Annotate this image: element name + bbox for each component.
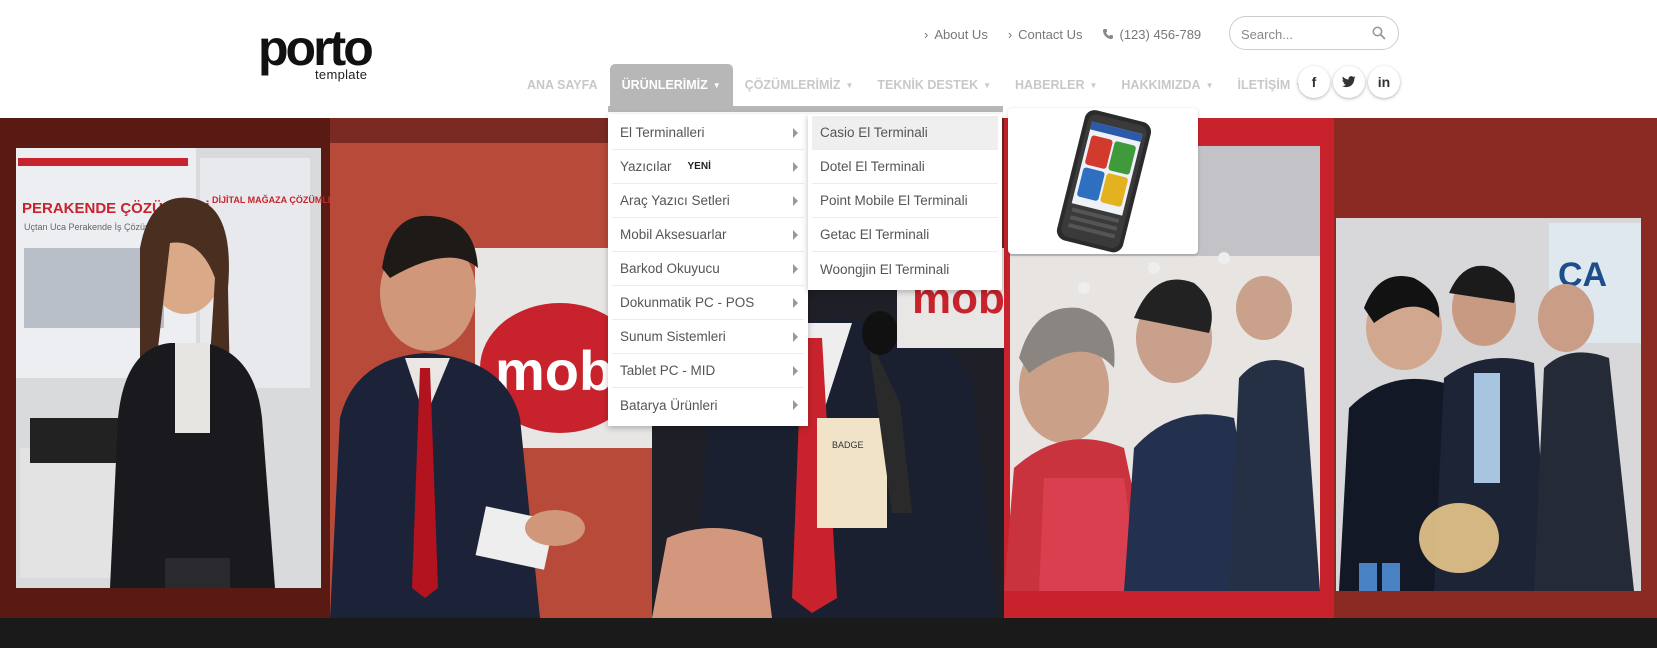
phone-icon <box>1103 29 1114 39</box>
arrow-right-icon <box>793 196 798 206</box>
menu-item-label: El Terminalleri <box>620 125 705 140</box>
submenu-item-label: Dotel El Terminali <box>820 159 925 174</box>
nav-cozumlerimiz[interactable]: ÇÖZÜMLERİMİZ ▼ <box>733 64 866 106</box>
arrow-right-icon <box>793 366 798 376</box>
search-input[interactable] <box>1241 25 1371 43</box>
nav-label: ANA SAYFA <box>527 78 598 92</box>
menu-item-sunum-sistemleri[interactable]: Sunum Sistemleri <box>612 320 804 354</box>
search-box <box>1229 16 1399 50</box>
submenu-item-label: Woongjin El Terminali <box>820 261 950 277</box>
arrow-right-icon <box>793 298 798 308</box>
logo-subtitle: template <box>315 67 368 82</box>
badge-text: BADGE <box>832 440 864 450</box>
caret-down-icon: ▼ <box>1205 80 1214 90</box>
nav-label: ÇÖZÜMLERİMİZ <box>744 78 841 92</box>
arrow-right-icon <box>793 264 798 274</box>
terminals-submenu: Casio El Terminali Dotel El Terminali Po… <box>808 114 1002 290</box>
hero-photo-5-image: CA <box>1334 118 1657 618</box>
submenu-item-dotel[interactable]: Dotel El Terminali <box>812 150 998 184</box>
twitter-bird-icon <box>1342 76 1356 88</box>
main-nav: ANA SAYFA ÜRÜNLERİMİZ ▼ ÇÖZÜMLERİMİZ ▼ TEK… <box>515 64 1315 106</box>
chevron-right-icon: › <box>924 26 929 42</box>
nav-label: TEKNİK DESTEK <box>877 78 979 92</box>
nav-hakkimizda[interactable]: HAKKIMIZDA ▼ <box>1109 64 1225 106</box>
menu-item-label: Araç Yazıcı Setleri <box>620 193 730 208</box>
submenu-item-point-mobile[interactable]: Point Mobile El Terminali <box>812 184 998 218</box>
caret-down-icon: ▼ <box>845 80 854 90</box>
dropdown-top-bar <box>608 106 1003 112</box>
menu-item-el-terminalleri[interactable]: El Terminalleri <box>612 116 804 150</box>
phone-label: (123) 456-789 <box>1119 26 1202 42</box>
logo[interactable]: porto template <box>258 20 374 86</box>
twitter-icon[interactable] <box>1333 66 1365 98</box>
caret-down-icon: ▼ <box>1089 80 1098 90</box>
submenu-item-label: Casio El Terminali <box>820 125 928 140</box>
about-us-label: About Us <box>934 26 988 42</box>
products-dropdown: El Terminalleri Yazıcılar YENİ Araç Yazı… <box>608 114 808 426</box>
menu-item-yazicilar[interactable]: Yazıcılar YENİ <box>612 150 804 184</box>
menu-item-mobil-aksesuarlar[interactable]: Mobil Aksesuarlar <box>612 218 804 252</box>
submenu-item-label: Point Mobile El Terminali <box>820 193 968 208</box>
arrow-right-icon <box>793 400 798 410</box>
menu-item-barkod-okuyucu[interactable]: Barkod Okuyucu <box>612 252 804 286</box>
hero-photo-5: CA <box>1334 118 1657 618</box>
arrow-right-icon <box>793 332 798 342</box>
banner-title-2: DİJİTAL MAĞAZA ÇÖZÜMLERİ <box>212 194 330 205</box>
footer-band <box>0 618 1657 648</box>
handheld-terminal-image <box>1056 110 1152 253</box>
menu-item-batarya-urunleri[interactable]: Batarya Ürünleri <box>612 388 804 422</box>
contact-us-link[interactable]: › Contact Us <box>1008 27 1083 42</box>
nav-label: HABERLER <box>1015 78 1085 92</box>
menu-item-label: Barkod Okuyucu <box>620 261 720 276</box>
menu-item-label: Tablet PC - MID <box>620 363 716 378</box>
menu-item-label: Batarya Ürünleri <box>620 397 718 413</box>
contact-us-label: Contact Us <box>1018 26 1083 42</box>
submenu-item-woongjin[interactable]: Woongjin El Terminali <box>812 252 998 286</box>
submenu-item-label: Getac El Terminali <box>820 227 930 242</box>
nav-label: İLETİŞİM <box>1237 78 1291 92</box>
hero-photo-2: mob <box>330 118 652 618</box>
top-links: › About Us › Contact Us (123) 456-789 <box>924 25 1221 43</box>
menu-item-dokunmatik-pc-pos[interactable]: Dokunmatik PC - POS <box>612 286 804 320</box>
menu-item-label: Mobil Aksesuarlar <box>620 227 727 242</box>
caret-down-icon: ▼ <box>983 80 992 90</box>
submenu-item-getac[interactable]: Getac El Terminali <box>812 218 998 252</box>
menu-item-label: Yazıcılar <box>620 159 672 174</box>
new-badge: YENİ <box>687 161 711 172</box>
nav-label: HAKKIMIZDA <box>1121 78 1201 92</box>
menu-item-label: Dokunmatik PC - POS <box>620 295 755 310</box>
nav-haberler[interactable]: HABERLER ▼ <box>1003 64 1109 106</box>
nav-urunlerimiz[interactable]: ÜRÜNLERİMİZ ▼ <box>609 64 733 106</box>
nav-teknik-destek[interactable]: TEKNİK DESTEK ▼ <box>865 64 1003 106</box>
logo-word: porto <box>258 20 374 76</box>
arrow-right-icon <box>793 162 798 172</box>
menu-item-tablet-pc-mid[interactable]: Tablet PC - MID <box>612 354 804 388</box>
caret-down-icon: ▼ <box>712 80 721 90</box>
social-links: f in <box>1298 66 1403 98</box>
banner-subtitle: Uçtan Uca Perakende İş Çözümleri <box>24 222 165 232</box>
about-us-link[interactable]: › About Us <box>924 27 988 42</box>
arrow-right-icon <box>793 128 798 138</box>
hero-photo-1: PERAKENDE ÇÖZÜMLERİ Uçtan Uca Perakende … <box>0 118 330 618</box>
product-preview-card[interactable] <box>1008 108 1198 254</box>
site-header: porto template › About Us › Contact Us (… <box>0 0 1657 118</box>
banner-logo-text: mob <box>495 339 613 402</box>
hero-photo-2-image: mob <box>330 118 652 618</box>
linkedin-icon[interactable]: in <box>1368 66 1400 98</box>
search-icon[interactable] <box>1372 26 1386 40</box>
nav-label: ÜRÜNLERİMİZ <box>621 78 708 92</box>
phone-link[interactable]: (123) 456-789 <box>1102 27 1201 42</box>
menu-item-arac-yazici-setleri[interactable]: Araç Yazıcı Setleri <box>612 184 804 218</box>
facebook-icon[interactable]: f <box>1298 66 1330 98</box>
chevron-right-icon: › <box>1007 26 1013 42</box>
menu-item-label: Sunum Sistemleri <box>620 329 726 344</box>
arrow-right-icon <box>793 230 798 240</box>
nav-ana-sayfa[interactable]: ANA SAYFA <box>515 64 610 106</box>
hero-photo-1-image: PERAKENDE ÇÖZÜMLERİ Uçtan Uca Perakende … <box>0 118 330 618</box>
submenu-item-casio[interactable]: Casio El Terminali <box>812 116 998 150</box>
